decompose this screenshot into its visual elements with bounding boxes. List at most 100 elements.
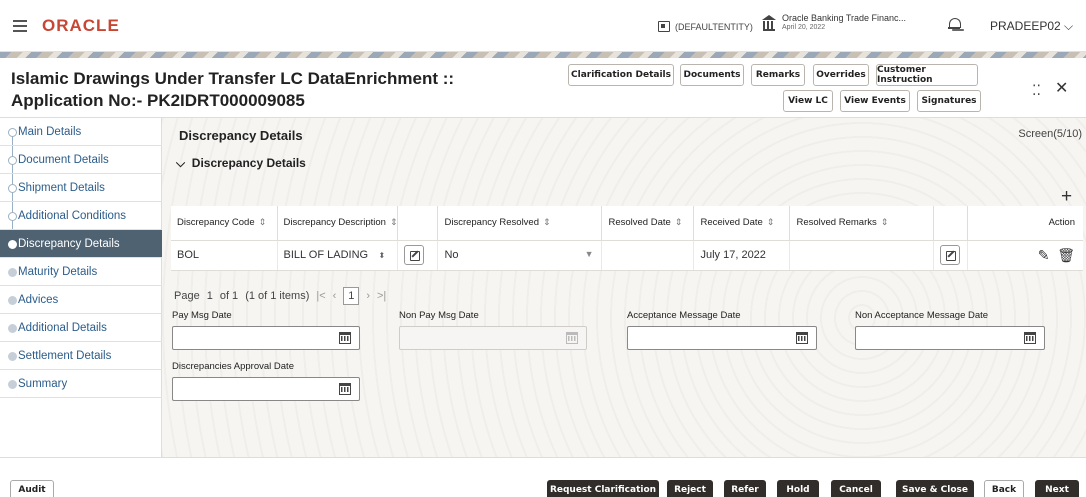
sidebar-item-advices[interactable]: Advices (0, 286, 162, 314)
acceptance-msg-date-input[interactable] (627, 326, 817, 350)
add-row-icon[interactable]: + (1061, 186, 1072, 208)
current-page-button[interactable]: 1 (343, 287, 360, 305)
oracle-logo: ORACLE (42, 16, 120, 35)
discrepancies-approval-date-input[interactable] (172, 377, 360, 401)
prev-page-icon[interactable]: ‹ (333, 290, 337, 302)
step-dot-icon (8, 352, 17, 361)
pay-msg-date-input[interactable] (172, 326, 360, 350)
cell-discrepancy-code: BOL (171, 240, 278, 271)
cancel-button[interactable]: Cancel (831, 480, 881, 497)
next-page-icon[interactable]: › (366, 290, 370, 302)
save-close-button[interactable]: Save & Close (896, 480, 974, 497)
hold-button[interactable]: Hold (777, 480, 819, 497)
first-page-icon[interactable]: |< (316, 290, 325, 302)
close-icon[interactable]: ✕ (1055, 78, 1068, 98)
sidebar-item-main-details[interactable]: Main Details (0, 118, 162, 146)
step-dot-icon (8, 240, 17, 249)
calendar-icon[interactable] (339, 383, 351, 395)
calendar-icon[interactable] (796, 332, 808, 344)
discrepancies-approval-date-label: Discrepancies Approval Date (172, 361, 294, 372)
pencil-icon[interactable]: ✎ (1038, 247, 1050, 263)
cell-discrepancy-resolved-select[interactable]: No ▼ (437, 240, 603, 271)
step-dot-icon (8, 380, 17, 389)
sidebar-item-additional-conditions[interactable]: Additional Conditions (0, 202, 162, 230)
sort-icon: ⇕ (543, 217, 551, 228)
cell-resolved-remarks (789, 240, 935, 271)
step-dot-icon (8, 184, 17, 193)
expand-icon[interactable]: ⁚⁚ (1032, 82, 1041, 99)
bank-icon (762, 15, 776, 31)
sidebar-item-document-details[interactable]: Document Details (0, 146, 162, 174)
signatures-button[interactable]: Signatures (917, 90, 981, 112)
calendar-icon (566, 332, 578, 344)
sidebar-item-settlement-details[interactable]: Settlement Details (0, 342, 162, 370)
cell-discrepancy-description[interactable]: BILL OF LADING NOT SUBMITTED AS PART⬍ (277, 240, 399, 271)
notification-bell-icon[interactable] (948, 17, 961, 31)
non-acceptance-msg-date-label: Non Acceptance Message Date (855, 310, 989, 321)
page-of: of 1 (219, 290, 239, 302)
sort-icon: ⇕ (389, 217, 398, 228)
sidebar-item-summary[interactable]: Summary (0, 370, 162, 398)
col-discrepancy-code[interactable]: Discrepancy Code ⇕ (171, 206, 278, 241)
non-pay-msg-date-label: Non Pay Msg Date (399, 310, 479, 321)
reject-button[interactable]: Reject (667, 480, 713, 497)
trash-icon[interactable]: 🗑 (1057, 247, 1075, 263)
non-acceptance-msg-date-input[interactable] (855, 326, 1045, 350)
sidebar-item-additional-details[interactable]: Additional Details (0, 314, 162, 342)
col-discrepancy-resolved[interactable]: Discrepancy Resolved ⇕ (437, 206, 603, 241)
bank-name: Oracle Banking Trade Financ... (782, 13, 907, 23)
remarks-button[interactable]: Remarks (751, 64, 805, 86)
view-lc-button[interactable]: View LC (783, 90, 833, 112)
sidebar-item-shipment-details[interactable]: Shipment Details (0, 174, 162, 202)
entity-selector[interactable]: (DEFAULTENTITY) (658, 21, 753, 32)
hamburger-menu-icon[interactable] (13, 20, 27, 32)
audit-button[interactable]: Audit (10, 480, 54, 497)
col-discrepancy-description[interactable]: Discrepancy Description ⇕ (277, 206, 399, 241)
section-title: Discrepancy Details (179, 128, 303, 143)
next-button[interactable]: Next (1035, 480, 1079, 497)
discrepancy-table: Discrepancy Code ⇕ Discrepancy Descriptio… (171, 206, 1083, 271)
subsection-title: Discrepancy Details (191, 156, 306, 170)
pay-msg-date-label: Pay Msg Date (172, 310, 232, 321)
step-dot-icon (8, 212, 17, 221)
bank-branch-selector[interactable]: Oracle Banking Trade Financ... April 20,… (762, 13, 906, 31)
entity-label: (DEFAULTENTITY) (675, 21, 753, 32)
footer-bar: Audit Request Clarification Reject Refer… (0, 457, 1086, 497)
pagination: Page 1 of 1 (1 of 1 items) |< ‹ 1 › >| (174, 287, 386, 305)
calendar-icon[interactable] (1024, 332, 1036, 344)
edit-remarks-icon[interactable] (940, 245, 961, 265)
step-dot-icon (8, 156, 17, 165)
edit-description-icon[interactable] (404, 245, 425, 265)
sidebar-item-discrepancy-details[interactable]: Discrepancy Details (0, 230, 162, 258)
top-bar: ORACLE (DEFAULTENTITY) Oracle Banking Tr… (0, 0, 1086, 52)
refer-button[interactable]: Refer (724, 480, 766, 497)
step-dot-icon (8, 324, 17, 333)
col-remarks-edit (933, 206, 969, 241)
last-page-icon[interactable]: >| (377, 290, 386, 302)
overrides-button[interactable]: Overrides (813, 64, 869, 86)
page-title: Islamic Drawings Under Transfer LC DataE… (11, 68, 454, 112)
cell-action: ✎ 🗑 (967, 240, 1083, 271)
step-dot-icon (8, 128, 17, 137)
page-header: Islamic Drawings Under Transfer LC DataE… (0, 58, 1086, 118)
calendar-icon[interactable] (339, 332, 351, 344)
application-number: Application No:- PK2IDRT000009085 (11, 91, 305, 110)
back-button[interactable]: Back (984, 480, 1024, 497)
documents-button[interactable]: Documents (680, 64, 744, 86)
col-resolved-remarks[interactable]: Resolved Remarks ⇕ (789, 206, 935, 241)
cell-remarks-edit (933, 240, 969, 271)
col-received-date[interactable]: Received Date ⇕ (693, 206, 791, 241)
page-number: 1 (206, 290, 213, 302)
sort-icon: ⇕ (258, 217, 267, 228)
page-title-line1: Islamic Drawings Under Transfer LC DataE… (11, 69, 455, 88)
customer-instruction-button[interactable]: Customer Instruction (876, 64, 978, 86)
user-menu[interactable]: PRADEEP02 ⌵ (990, 19, 1073, 34)
sidebar-nav: Main Details Document Details Shipment D… (0, 118, 162, 457)
clarification-details-button[interactable]: Clarification Details (568, 64, 674, 86)
request-clarification-button[interactable]: Request Clarification (547, 480, 659, 497)
discrepancy-details-toggle[interactable]: ⌵ Discrepancy Details (176, 156, 306, 171)
chevron-down-icon: ⌵ (176, 156, 186, 170)
col-resolved-date[interactable]: Resolved Date ⇕ (601, 206, 695, 241)
sidebar-item-maturity-details[interactable]: Maturity Details (0, 258, 162, 286)
view-events-button[interactable]: View Events (840, 90, 910, 112)
